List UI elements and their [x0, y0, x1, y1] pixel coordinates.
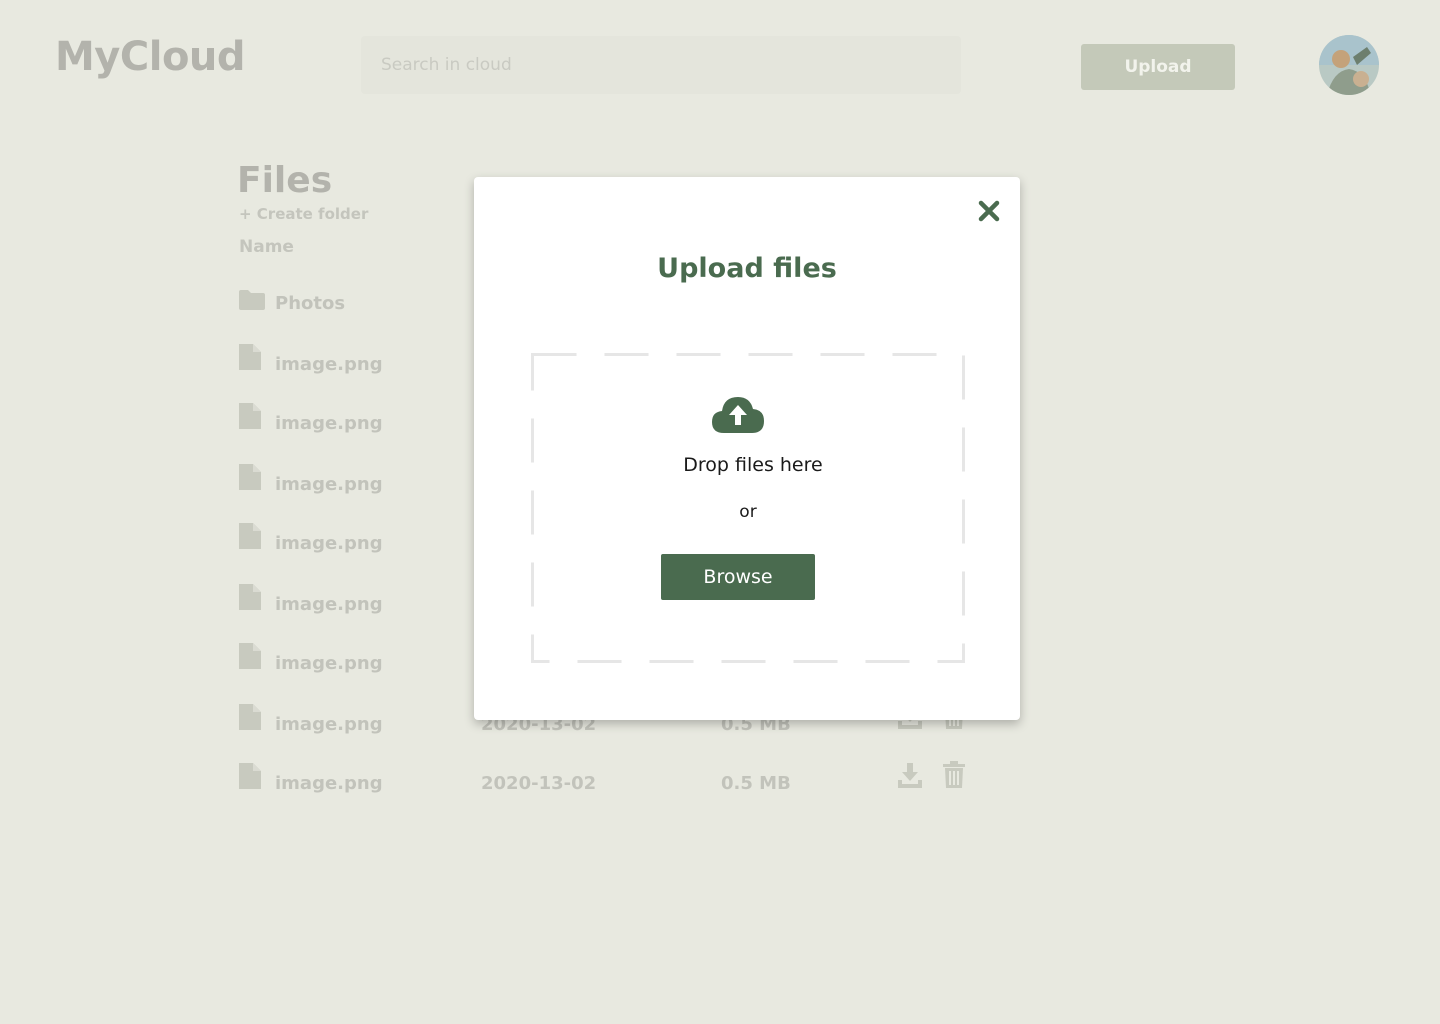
avatar-image: [1319, 35, 1379, 95]
file-name: image.png: [275, 714, 383, 735]
file-name: image.png: [275, 474, 383, 495]
file-name: image.png: [275, 653, 383, 674]
file-icon: [239, 464, 261, 494]
cloud-upload-icon: [712, 395, 764, 437]
trash-icon[interactable]: [943, 761, 965, 793]
file-name: image.png: [275, 413, 383, 434]
upload-button[interactable]: Upload: [1081, 44, 1235, 90]
file-icon: [239, 523, 261, 553]
file-date: 2020-13-02: [481, 773, 597, 794]
file-icon: [239, 643, 261, 673]
search-input[interactable]: [361, 36, 961, 94]
file-size: 0.5 MB: [721, 773, 791, 794]
file-name: Photos: [275, 293, 346, 314]
file-name: image.png: [275, 773, 383, 794]
file-icon: [239, 704, 261, 734]
folder-icon: [239, 289, 265, 315]
upload-modal: Upload files Drop files here or Browse: [474, 177, 1020, 720]
file-name: image.png: [275, 354, 383, 375]
avatar[interactable]: [1319, 35, 1379, 95]
file-icon: [239, 584, 261, 614]
file-icon: [239, 344, 261, 374]
drop-files-text: Drop files here: [683, 454, 823, 476]
file-icon: [239, 763, 261, 793]
table-row[interactable]: image.png 2020-13-02 0.5 MB: [239, 761, 999, 799]
page-title: Files: [237, 160, 333, 201]
drop-zone[interactable]: Drop files here or Browse: [531, 353, 965, 663]
file-name: image.png: [275, 533, 383, 554]
download-icon[interactable]: [897, 761, 923, 793]
create-folder-link[interactable]: + Create folder: [239, 205, 368, 223]
browse-button[interactable]: Browse: [661, 554, 815, 600]
column-header-name: Name: [239, 237, 294, 257]
or-text: or: [739, 502, 757, 522]
file-icon: [239, 403, 261, 433]
close-icon[interactable]: [977, 199, 1001, 223]
app-logo: MyCloud: [55, 34, 246, 80]
file-name: image.png: [275, 594, 383, 615]
modal-title: Upload files: [657, 253, 837, 284]
search-bar[interactable]: [361, 36, 961, 94]
